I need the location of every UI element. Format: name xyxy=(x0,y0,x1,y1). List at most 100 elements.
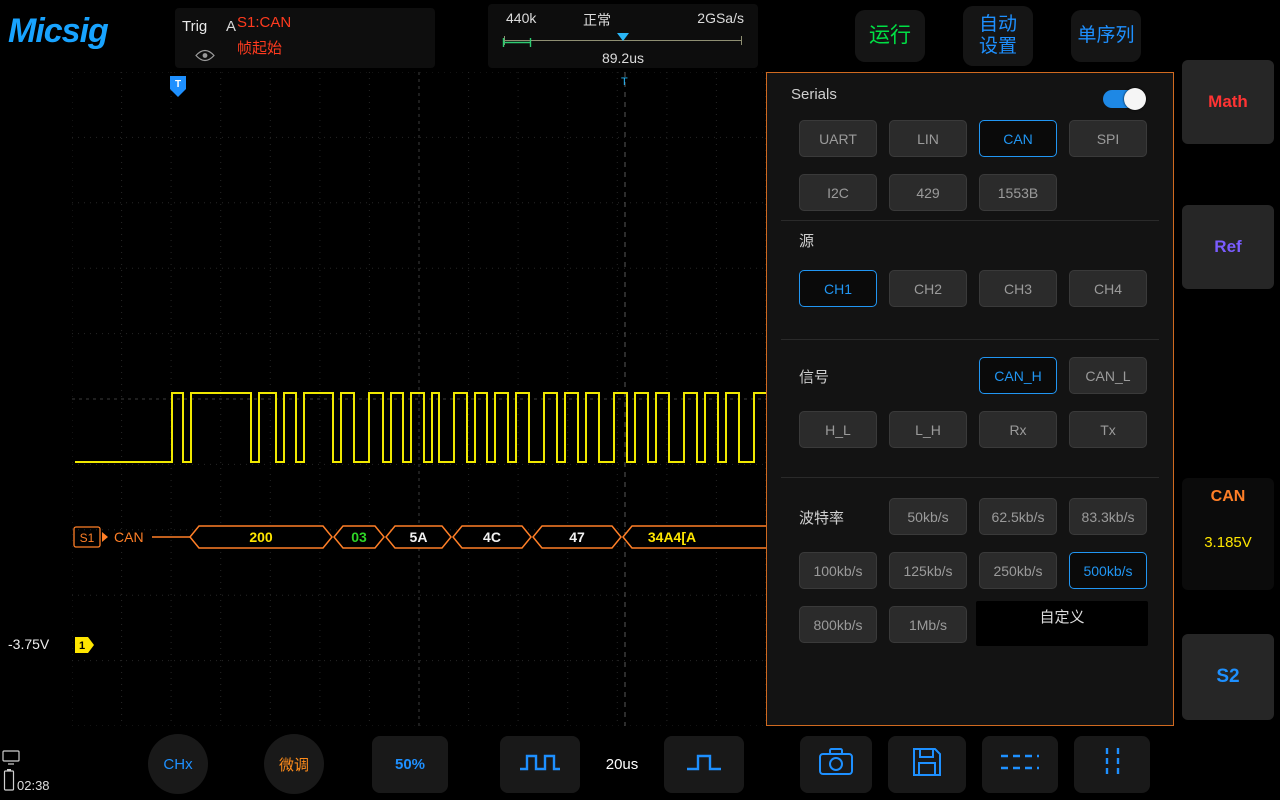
display-icon xyxy=(2,750,20,770)
timebase-zoom-out-button[interactable] xyxy=(500,736,580,793)
baud-100k-button[interactable]: 100kb/s xyxy=(799,552,877,589)
signal-section-label: 信号 xyxy=(799,366,829,387)
trigger-50pct-button[interactable]: 50% xyxy=(372,736,448,793)
serials-enable-toggle[interactable] xyxy=(1103,90,1143,108)
section-divider xyxy=(781,220,1159,221)
signal-tx-button[interactable]: Tx xyxy=(1069,411,1147,448)
signal-rx-button[interactable]: Rx xyxy=(979,411,1057,448)
baud-500k-button[interactable]: 500kb/s xyxy=(1069,552,1147,589)
baud-custom-button[interactable]: 自定义 xyxy=(976,601,1148,646)
signal-canh-button[interactable]: CAN_H xyxy=(979,357,1057,394)
trigger-50pct-label: 50% xyxy=(395,756,425,773)
trigger-level-value: -3.75V xyxy=(8,636,49,652)
decode-frame-value: 34A4[A xyxy=(648,529,696,545)
sample-rate-label: 2GSa/s xyxy=(697,10,744,26)
signal-lh-button[interactable]: L_H xyxy=(889,411,967,448)
protocol-i2c-button[interactable]: I2C xyxy=(799,174,877,211)
eye-icon xyxy=(195,49,215,67)
screenshot-button[interactable] xyxy=(800,736,872,793)
math-button[interactable]: Math xyxy=(1182,60,1274,144)
memory-depth-label: 440k xyxy=(506,10,536,26)
timeline-right-tick xyxy=(741,36,742,45)
acquire-mode-label: 正常 xyxy=(583,10,611,30)
signal-hl-button[interactable]: H_L xyxy=(799,411,877,448)
protocol-spi-button[interactable]: SPI xyxy=(1069,120,1147,157)
source-ch2-button[interactable]: CH2 xyxy=(889,270,967,307)
baud-1m-button[interactable]: 1Mb/s xyxy=(889,606,967,643)
square-wave-icon xyxy=(517,748,563,781)
trigger-delay-marker[interactable] xyxy=(617,33,629,41)
channel-select-label: CHx xyxy=(163,756,192,773)
baud-62k-button[interactable]: 62.5kb/s xyxy=(979,498,1057,535)
panel-title: Serials xyxy=(791,86,837,103)
math-label: Math xyxy=(1208,92,1248,112)
source-section-label: 源 xyxy=(799,230,814,251)
toggle-knob xyxy=(1124,88,1146,110)
decode-frame-value: 03 xyxy=(351,529,367,545)
vertical-cursors-icon xyxy=(1094,745,1130,784)
s1-bus-label: CAN xyxy=(1211,488,1246,506)
trigger-time-marker[interactable]: T xyxy=(621,76,628,88)
timebase-value[interactable]: 20us xyxy=(584,742,660,787)
trigger-status-panel[interactable]: Trig A S1:CAN 帧起始 xyxy=(175,8,435,68)
protocol-429-button[interactable]: 429 xyxy=(889,174,967,211)
timebase-zoom-in-button[interactable] xyxy=(664,736,744,793)
signal-canl-button[interactable]: CAN_L xyxy=(1069,357,1147,394)
s2-button[interactable]: S2 xyxy=(1182,634,1274,720)
baud-section-label: 波特率 xyxy=(799,507,844,528)
protocol-1553b-button[interactable]: 1553B xyxy=(979,174,1057,211)
section-divider xyxy=(781,477,1159,478)
oscilloscope-app: Micsig Trig A S1:CAN 帧起始 440k 正常 2GSa/s … xyxy=(0,0,1280,800)
s1-can-indicator[interactable]: CAN 3.185V xyxy=(1182,478,1274,590)
timebase-label: 20us xyxy=(606,756,639,773)
single-seq-button[interactable]: 单序列 xyxy=(1071,10,1141,62)
fine-adjust-button[interactable]: 微调 xyxy=(264,734,324,794)
can-waveform-trace xyxy=(75,393,766,462)
ref-label: Ref xyxy=(1214,237,1241,257)
protocol-uart-button[interactable]: UART xyxy=(799,120,877,157)
clock-label: 02:38 xyxy=(17,778,50,793)
trig-kind-label: 帧起始 xyxy=(237,37,282,58)
trig-source-label: S1:CAN xyxy=(237,14,291,31)
auto-setup-label-1: 自动 xyxy=(979,14,1017,36)
fine-adjust-label: 微调 xyxy=(279,754,309,775)
horizontal-cursors-icon xyxy=(997,747,1043,782)
save-button[interactable] xyxy=(888,736,966,793)
trigger-delay-value: 89.2us xyxy=(488,50,758,66)
decode-frame-value: 5A xyxy=(410,529,428,545)
camera-icon xyxy=(816,746,856,783)
run-stop-label: 运行 xyxy=(869,24,911,48)
vertical-cursors-button[interactable] xyxy=(1074,736,1150,793)
horizontal-cursors-button[interactable] xyxy=(982,736,1058,793)
battery-icon xyxy=(3,768,15,797)
timebase-status-panel[interactable]: 440k 正常 2GSa/s 89.2us xyxy=(488,4,758,68)
decode-frame-value: 47 xyxy=(569,529,585,545)
baud-250k-button[interactable]: 250kb/s xyxy=(979,552,1057,589)
waveform-display[interactable]: T T S1 CAN 200 03 5A 4C 47 34A4[A 1 xyxy=(72,72,766,726)
baud-50k-button[interactable]: 50kb/s xyxy=(889,498,967,535)
pulse-wave-icon xyxy=(681,748,727,781)
save-disk-icon xyxy=(910,745,944,784)
decode-source-label: S1 xyxy=(80,531,95,545)
brand-logo: Micsig xyxy=(8,12,108,51)
source-ch4-button[interactable]: CH4 xyxy=(1069,270,1147,307)
baud-800k-button[interactable]: 800kb/s xyxy=(799,606,877,643)
section-divider xyxy=(781,339,1159,340)
decode-bus-label: CAN xyxy=(114,529,144,545)
source-ch1-button[interactable]: CH1 xyxy=(799,270,877,307)
baud-125k-button[interactable]: 125kb/s xyxy=(889,552,967,589)
protocol-can-button[interactable]: CAN xyxy=(979,120,1057,157)
channel-select-button[interactable]: CHx xyxy=(148,734,208,794)
auto-setup-button[interactable]: 自动 设置 xyxy=(963,6,1033,66)
decode-frame-value: 4C xyxy=(483,529,501,545)
trigger-flag-label: T xyxy=(175,79,181,90)
protocol-lin-button[interactable]: LIN xyxy=(889,120,967,157)
run-stop-button[interactable]: 运行 xyxy=(855,10,925,62)
serials-config-panel: Serials UART LIN CAN SPI I2C 429 1553B 源… xyxy=(766,72,1174,726)
s1-threshold-value: 3.185V xyxy=(1204,534,1252,551)
baud-83k-button[interactable]: 83.3kb/s xyxy=(1069,498,1147,535)
channel1-badge: 1 xyxy=(79,640,85,652)
source-ch3-button[interactable]: CH3 xyxy=(979,270,1057,307)
ref-button[interactable]: Ref xyxy=(1182,205,1274,289)
decode-frame-value: 200 xyxy=(249,529,273,545)
